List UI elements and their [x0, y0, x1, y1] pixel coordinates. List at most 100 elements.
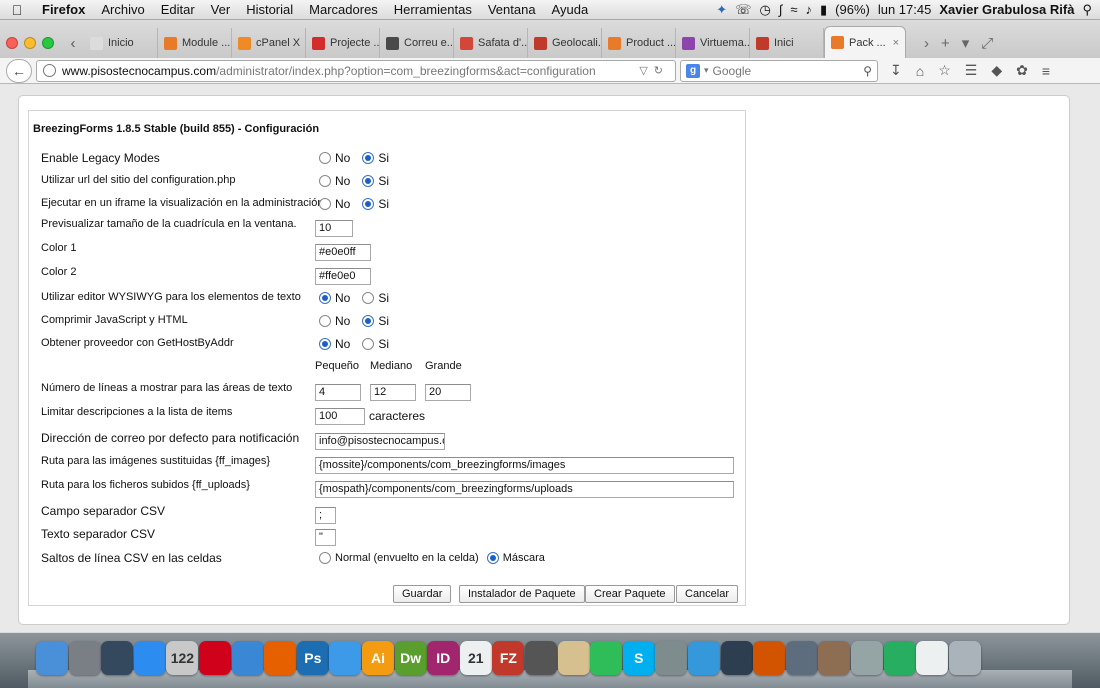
radio-config-url-si[interactable] — [362, 175, 375, 187]
extension-icon[interactable]: ✿ — [1016, 62, 1028, 79]
lines-medium-input[interactable]: 12 — [370, 383, 416, 401]
bluetooth-icon[interactable]: ∫ — [779, 2, 783, 17]
user-name[interactable]: Xavier Grabulosa Rifà — [939, 2, 1074, 17]
tab-10[interactable]: Pack ... × — [824, 26, 906, 58]
lines-large-input[interactable]: 20 — [425, 383, 471, 401]
menu-herramientas[interactable]: Herramientas — [386, 2, 480, 17]
document-icon[interactable] — [916, 641, 949, 675]
dropdown-arrow-icon[interactable]: ▽ — [639, 65, 653, 77]
menu-app-name[interactable]: Firefox — [34, 2, 93, 17]
mission-control-icon[interactable] — [101, 641, 134, 675]
calendar-icon[interactable]: 21 — [459, 641, 492, 675]
zoom-window-icon[interactable] — [42, 37, 54, 49]
photo-icon[interactable] — [851, 641, 883, 675]
url-text[interactable]: www.pisostecnocampus.com/administrator/i… — [62, 64, 633, 78]
csv-text-input[interactable]: " — [315, 528, 336, 546]
email-input[interactable]: info@pisostecnocampus.com — [315, 432, 445, 450]
volume-icon[interactable]: ♪ — [806, 2, 813, 17]
bookmark-star-icon[interactable]: ☆ — [938, 62, 951, 79]
cancel-button[interactable]: Cancelar — [676, 585, 739, 603]
radio-wysiwyg-si[interactable] — [362, 292, 375, 304]
preview-icon[interactable] — [753, 641, 786, 675]
minimize-window-icon[interactable] — [24, 37, 36, 49]
tabs-scroll-right-icon[interactable]: › — [924, 35, 929, 52]
apple-icon[interactable]:  — [0, 2, 34, 18]
opera-icon[interactable] — [199, 641, 231, 675]
safari-icon[interactable] — [231, 641, 264, 675]
tab-6[interactable]: Geolocali... — [528, 28, 602, 58]
radio-iframe-si[interactable] — [362, 198, 375, 210]
radio-csv-mask[interactable] — [486, 552, 499, 564]
radio-csv-normal[interactable] — [319, 552, 331, 564]
tab-list-icon[interactable]: ▾ — [962, 34, 970, 52]
tabs-scroll-left-icon[interactable]: ‹ — [62, 28, 84, 58]
search-icon[interactable]: ⚲ — [863, 64, 872, 78]
launchpad-icon[interactable] — [68, 641, 101, 675]
package-installer-button[interactable]: Instalador de Paquete — [459, 585, 585, 603]
finder-icon[interactable] — [36, 641, 68, 675]
tab-5[interactable]: Safata d'... — [454, 28, 528, 58]
create-package-button[interactable]: Crear Paquete — [585, 585, 675, 603]
pocket-icon[interactable]: ◆ — [991, 62, 1002, 79]
radio-legacy-no[interactable] — [319, 152, 331, 164]
dreamweaver-icon[interactable]: Dw — [394, 641, 427, 675]
lines-small-input[interactable]: 4 — [315, 383, 361, 401]
tab-7[interactable]: Product ... — [602, 28, 676, 58]
globe-icon[interactable] — [43, 64, 56, 77]
filezilla-icon[interactable]: FZ — [492, 641, 525, 675]
phone-icon[interactable]: ☏ — [735, 2, 751, 18]
tab-4[interactable]: Correu e... — [380, 28, 454, 58]
radio-config-url-no[interactable] — [319, 175, 331, 187]
radio-iframe-no[interactable] — [319, 198, 331, 210]
illustrator-icon[interactable]: Ai — [362, 641, 394, 675]
battery-icon[interactable]: ▮ — [820, 2, 827, 18]
google-icon[interactable]: g — [686, 63, 700, 78]
radio-gethost-si[interactable] — [362, 338, 375, 350]
color1-input[interactable]: #e0e0ff — [315, 243, 371, 261]
radio-gethost-no[interactable] — [319, 338, 331, 350]
menu-historial[interactable]: Historial — [238, 2, 301, 17]
itunes-icon[interactable] — [688, 641, 720, 675]
menu-ver[interactable]: Ver — [203, 2, 239, 17]
csv-field-input[interactable]: ; — [315, 506, 336, 524]
spotify-icon[interactable] — [590, 641, 623, 675]
firefox-icon[interactable] — [264, 641, 297, 675]
menu-archivo[interactable]: Archivo — [93, 2, 152, 17]
chrome-icon[interactable] — [883, 641, 916, 675]
trash-icon[interactable] — [948, 641, 981, 675]
video-icon[interactable] — [525, 641, 557, 675]
reload-icon[interactable]: ↻ — [654, 65, 669, 77]
butterfly-icon[interactable]: ✦ — [716, 2, 727, 18]
tab-3[interactable]: Projecte ... — [306, 28, 380, 58]
time-machine-icon[interactable]: ◷ — [759, 2, 770, 18]
camera-icon[interactable] — [720, 641, 753, 675]
radio-compress-no[interactable] — [319, 315, 331, 327]
contacts-icon[interactable] — [557, 641, 590, 675]
search-engine-dropdown-icon[interactable]: ▾ — [704, 65, 709, 76]
app-store-icon[interactable] — [133, 641, 166, 675]
limit-input[interactable]: 100 — [315, 407, 365, 425]
url-bar[interactable]: www.pisostecnocampus.com/administrator/i… — [36, 59, 676, 82]
tab-8[interactable]: Virtuema... — [676, 28, 750, 58]
new-tab-icon[interactable]: + — [941, 35, 950, 52]
tab-1[interactable]: Module ... — [158, 28, 232, 58]
uploads-path-input[interactable]: {mospath}/components/com_breezingforms/u… — [315, 480, 734, 498]
clock[interactable]: lun 17:45 — [878, 2, 932, 17]
grid-size-input[interactable]: 10 — [315, 219, 353, 237]
spotlight-icon[interactable]: ⚲ — [1082, 2, 1092, 18]
color2-input[interactable]: #ffe0e0 — [315, 267, 371, 285]
search-bar[interactable]: g ▾ Google ⚲ — [680, 59, 878, 82]
images-path-input[interactable]: {mossite}/components/com_breezingforms/i… — [315, 456, 734, 474]
bookmarks-list-icon[interactable]: ☰ — [965, 62, 978, 79]
radio-legacy-si[interactable] — [362, 152, 375, 164]
download-icon[interactable]: ↧ — [890, 62, 902, 79]
search-input[interactable]: Google — [713, 64, 752, 78]
back-button[interactable]: ← — [6, 58, 32, 83]
menu-marcadores[interactable]: Marcadores — [301, 2, 386, 17]
pages-icon[interactable] — [818, 641, 851, 675]
indesign-icon[interactable]: ID — [427, 641, 460, 675]
menu-icon[interactable]: ≡ — [1042, 63, 1050, 79]
tab-9[interactable]: Inici — [750, 28, 824, 58]
battery-percent[interactable]: (96%) — [835, 2, 870, 17]
menu-ventana[interactable]: Ventana — [480, 2, 544, 17]
